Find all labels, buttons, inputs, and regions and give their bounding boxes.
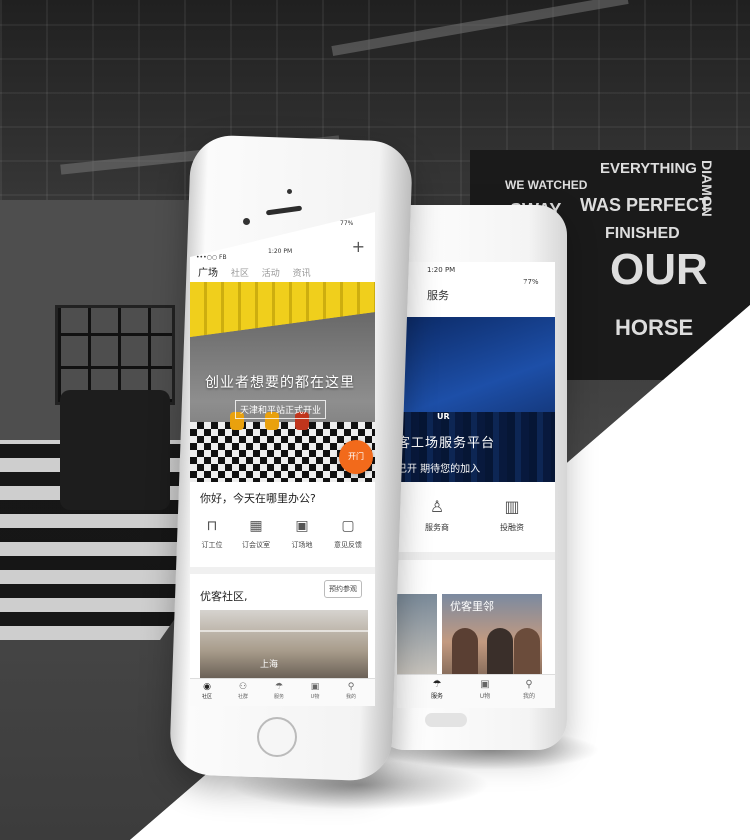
person-image [452,628,478,674]
service-icon: ☂ [432,679,442,690]
ceiling-lines [200,630,368,632]
carrier-signal: •••○○ FB [196,254,227,261]
tab-ugift[interactable]: ▣ U物 [300,682,330,700]
wall-text: OUR [610,245,708,294]
back-phone-screen: 1:20 PM 77% 服务 UR 客工场服务平台 已开 期待您的加入 ♙ 服务… [397,262,555,708]
tab-plaza[interactable]: 广场 [198,268,218,279]
tab-label: 服务 [273,694,284,700]
tab-label: U物 [310,694,320,700]
tab-community[interactable]: 社区 [231,269,249,279]
back-home-button[interactable] [425,713,467,727]
card-label: 优客里邻 [450,600,494,613]
sofa [60,390,170,510]
wall-text: WAS PERFECT [580,195,711,215]
tab-community[interactable]: ◉ 社区 [192,682,222,700]
page-title: 服务 [427,289,449,302]
add-icon[interactable]: + [352,237,365,256]
ugift-icon: ▣ [480,679,490,690]
wall-text: HORSE [615,315,694,340]
tab-label: 我的 [345,694,356,700]
tab-label: 我的 [522,693,535,700]
service-provider-button[interactable]: ♙ 服务商 [407,497,467,533]
community-title: 优客社区, [200,590,248,603]
status-time: 1:20 PM [268,248,293,255]
divider [397,552,555,560]
tab-events[interactable]: 活动 [262,269,280,279]
ugift-icon: ▣ [310,682,320,692]
person-image [487,628,513,674]
feedback-button[interactable]: ▢ 意见反馈 [328,518,368,550]
social-icon: ⚇ [238,682,248,692]
tab-label: 社群 [237,694,248,700]
hero-subline: 已开 期待您的加入 [397,464,481,475]
community-icon: ◉ [203,682,211,692]
book-desk-button[interactable]: ⊓ 订工位 [192,518,232,550]
tab-label: 社区 [201,694,212,700]
action-label: 订会议室 [242,541,270,549]
card-city: 上海 [260,660,279,670]
wall-text: FINISHED [605,225,680,242]
open-door-button[interactable]: 开门 [339,440,373,474]
status-bar: 1:20 PM 77% [397,262,555,286]
action-label: 订工位 [201,541,223,549]
hero-banner[interactable]: UR 客工场服务平台 已开 期待您的加入 [397,262,555,482]
promo-stage: WE WATCHED EVERYTHING SWAY WAS PERFECT F… [0,0,750,840]
service-label: 投融资 [500,523,524,532]
sensor-dot [287,189,292,194]
service-icon: ☂ [274,682,284,692]
book-visit-button[interactable]: 预约参观 [324,580,362,598]
tab-ugift[interactable]: ▣ U物 [465,679,505,700]
neighbors-card[interactable]: 优客里邻 [442,594,542,674]
tab-me[interactable]: ⚲ 我的 [509,679,549,700]
tab-social[interactable]: ⚇ 社群 [228,682,258,700]
battery-level: 77% [340,220,354,227]
tab-news[interactable]: 资讯 [293,269,311,279]
meeting-room-icon: ▦ [249,518,263,534]
book-venue-button[interactable]: ▣ 订场地 [282,518,322,550]
tab-label: 服务 [430,693,443,700]
tab-bar: ☂ 服务 ▣ U物 ⚲ 我的 [397,674,555,708]
action-label: 订场地 [291,541,313,549]
venue-icon: ▣ [295,518,309,534]
wall-text: EVERYTHING [600,160,697,177]
divider [190,567,375,574]
person-image [514,628,540,674]
tab-service[interactable]: ☂ 服务 [264,682,294,700]
book-meeting-room-button[interactable]: ▦ 订会议室 [236,518,276,550]
community-card[interactable]: 上海 [200,610,368,678]
desk-icon: ⊓ [206,518,218,534]
service-label: 服务商 [425,523,449,532]
tab-service[interactable]: ☂ 服务 [417,679,457,700]
wall-text: WE WATCHED [505,178,588,192]
me-icon: ⚲ [347,682,355,692]
yellow-ceiling [190,282,375,337]
feedback-icon: ▢ [341,518,355,534]
front-home-button[interactable] [257,717,297,757]
me-icon: ⚲ [525,679,533,690]
front-phone-screen: •••○○ FB 1:20 PM 77% + 广场 社区 活动 资讯 创业者想要… [190,212,375,706]
tie-icon: ♙ [429,497,445,516]
front-camera [243,218,250,225]
wall-text: DIAMON [699,160,715,217]
brand-logo: UR [437,412,450,421]
tab-bar: ◉ 社区 ⚇ 社群 ☂ 服务 ▣ U物 ⚲ 我的 [190,678,375,706]
action-label: 意见反馈 [334,541,362,549]
tab-label: U物 [479,693,491,700]
investment-icon: ▥ [504,497,520,516]
community-card[interactable] [397,594,437,674]
top-nav: 广场 社区 活动 资讯 [198,264,321,279]
investment-button[interactable]: ▥ 投融资 [482,497,542,533]
hero-subline: 天津和平站正式开业 [235,400,327,419]
hero-headline: 创业者想要的都在这里 [205,375,355,391]
tab-me[interactable]: ⚲ 我的 [336,682,366,700]
status-time: 1:20 PM [427,266,456,274]
hero-headline: 客工场服务平台 [397,436,496,451]
greeting-text: 你好，今天在哪里办公? [200,492,316,505]
